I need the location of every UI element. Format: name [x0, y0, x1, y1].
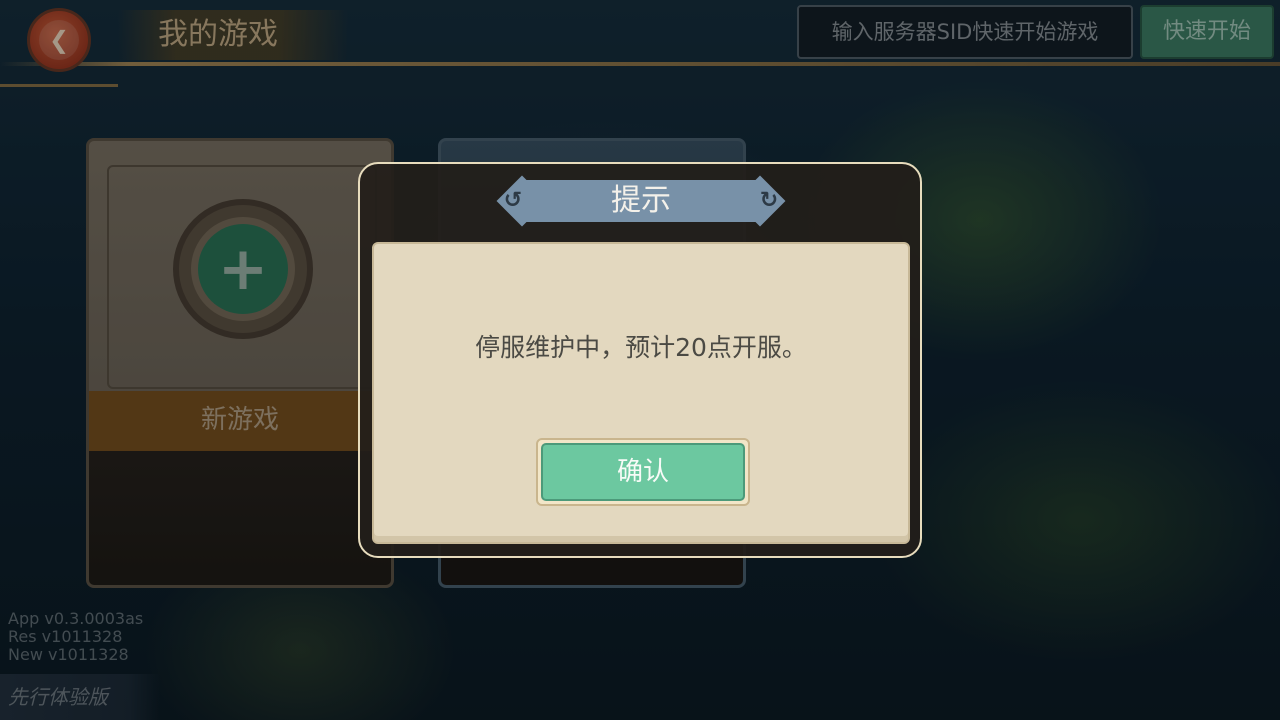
dialog-body: 停服维护中，预计20点开服。 确认: [372, 242, 910, 544]
dialog-title: 提示: [520, 180, 762, 222]
notice-dialog: 提示 ↺ ↻ 停服维护中，预计20点开服。 确认: [358, 162, 922, 558]
confirm-button[interactable]: 确认: [536, 438, 750, 506]
swirl-ornament-icon: ↺: [503, 188, 523, 213]
swirl-ornament-icon: ↻: [759, 188, 779, 213]
dialog-title-banner: 提示 ↺ ↻: [496, 175, 786, 227]
confirm-button-label: 确认: [541, 443, 745, 501]
dialog-message: 停服维护中，预计20点开服。: [475, 333, 807, 362]
